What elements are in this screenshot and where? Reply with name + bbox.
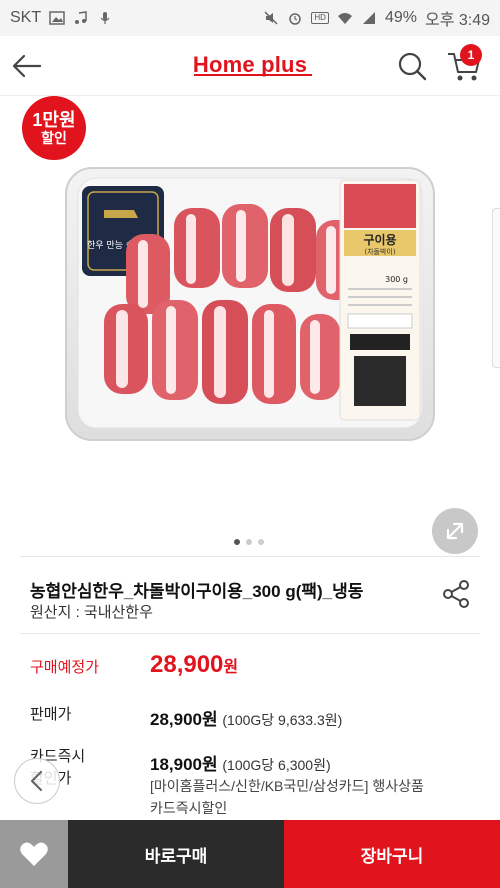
sale-price-value: 28,900원: [150, 710, 218, 729]
hd-voice-badge: HD: [311, 12, 329, 24]
alarm-icon: [289, 13, 302, 25]
expected-price-row: 구매예정가: [30, 656, 148, 677]
product-origin: 원산지 : 국내산한우: [30, 604, 153, 621]
sale-unit-price: (100G당 9,633.3원): [222, 712, 343, 728]
sale-price: 28,900원 (100G당 9,633.3원): [150, 705, 342, 730]
product-title: 농협안심한우_차돌박이구이용_300 g(팩)_냉동: [30, 582, 364, 601]
expected-price-value: 28,900: [150, 651, 224, 678]
status-time: 오후 3:49: [424, 12, 490, 29]
carousel-dot[interactable]: [246, 539, 252, 545]
card-desc-line2: 카드즉시할인: [150, 800, 228, 816]
mute-icon: [264, 11, 278, 25]
battery-percent: 49%: [384, 9, 417, 26]
discount-text: 할인: [41, 130, 67, 146]
add-to-cart-button[interactable]: 장바구니: [284, 820, 500, 888]
divider: [20, 633, 480, 634]
sale-price-label: 판매가: [30, 706, 72, 723]
chevron-left-icon: [30, 770, 43, 792]
tray-label-title: 구이용: [363, 232, 396, 247]
heart-icon: [20, 842, 48, 866]
card-price-value: 18,900원: [150, 755, 218, 774]
carousel-dot[interactable]: [258, 539, 264, 545]
status-bar: SKT HD 49% 오후 3:49: [0, 0, 500, 36]
card-discount-desc: [마이홈플러스/신한/KB국민/삼성카드] 행사상품 카드즉시할인: [150, 775, 480, 819]
bottom-action-bar: 바로구매 장바구니: [0, 820, 500, 888]
share-icon[interactable]: [440, 578, 472, 610]
expected-price: 28,900원: [150, 651, 238, 679]
expected-price-unit: 원: [223, 659, 239, 676]
cart-count-badge: 1: [460, 44, 482, 66]
carrier-label: SKT: [10, 9, 42, 26]
back-arrow-icon[interactable]: [12, 52, 42, 80]
gallery-icon: [49, 11, 65, 25]
card-price: 18,900원 (100G당 6,300원): [150, 750, 331, 775]
prev-button[interactable]: [14, 758, 60, 804]
expected-price-label: 구매예정가: [30, 659, 100, 676]
expand-icon: [446, 522, 464, 540]
product-photo: 한우 만능 슬라이스 구이용 (차돌박이) 300 g: [65, 167, 435, 441]
scroll-edge-handle[interactable]: [492, 208, 500, 368]
tray-label-sub: (차돌박이): [364, 247, 395, 256]
search-icon[interactable]: [396, 50, 428, 82]
carousel-dots: [234, 539, 264, 545]
discount-badge: 1만원 할인: [22, 96, 86, 160]
tray-weight: 300 g: [385, 275, 408, 284]
divider: [20, 556, 480, 557]
wishlist-button[interactable]: [0, 820, 68, 888]
sale-price-row: 판매가: [30, 703, 148, 724]
mic-icon: [100, 12, 110, 24]
zoom-button[interactable]: [432, 508, 478, 554]
buy-now-button[interactable]: 바로구매: [68, 820, 284, 888]
wifi-icon: [337, 13, 352, 24]
card-unit-price: (100G당 6,300원): [222, 757, 331, 773]
music-icon: [75, 11, 87, 24]
signal-icon: [362, 12, 375, 24]
card-desc-line1: [마이홈플러스/신한/KB국민/삼성카드] 행사상품: [150, 778, 424, 794]
logo-underline: [194, 74, 312, 76]
discount-amount: 1만원: [32, 110, 76, 130]
carousel-dot[interactable]: [234, 539, 240, 545]
